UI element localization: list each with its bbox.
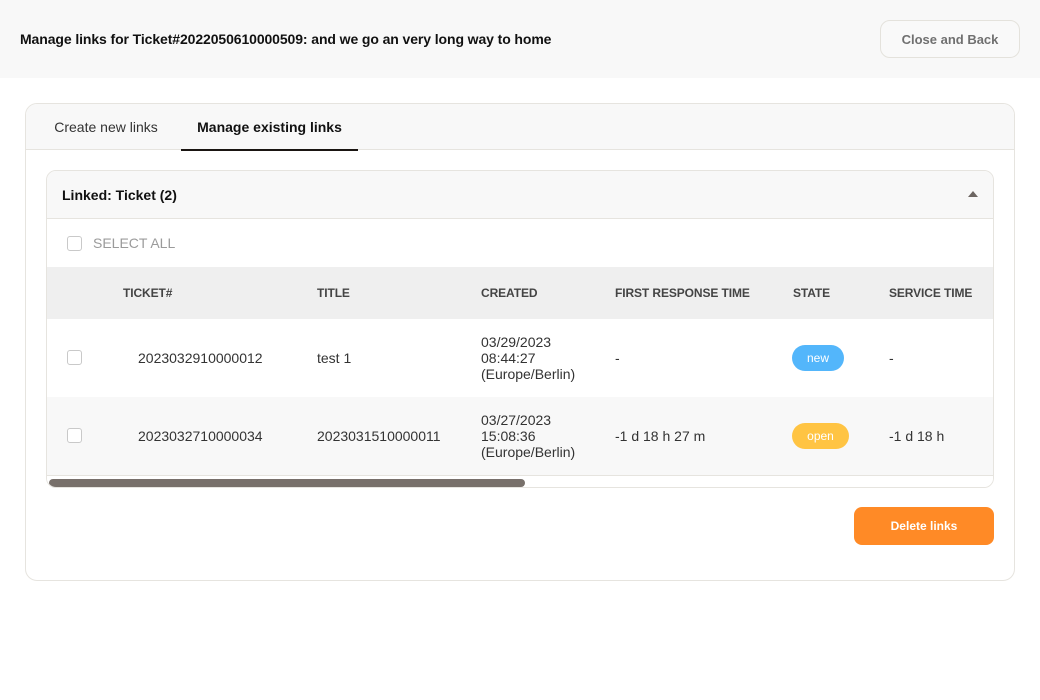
created-timezone: (Europe/Berlin) [481, 366, 576, 382]
row-checkbox[interactable] [67, 428, 82, 443]
scrollbar-thumb[interactable] [49, 479, 525, 487]
created-date: 03/27/2023 [481, 412, 552, 428]
links-panel: Create new links Manage existing links L… [25, 103, 1015, 581]
state-badge: open [792, 423, 849, 449]
close-and-back-button[interactable]: Close and Back [880, 20, 1020, 58]
created-timezone: (Europe/Berlin) [481, 444, 576, 460]
ticket-title: 2023031510000011 [317, 428, 441, 444]
select-all-control[interactable]: SELECT ALL [67, 235, 175, 251]
delete-links-button[interactable]: Delete links [854, 507, 994, 545]
column-header-state[interactable]: STATE [793, 286, 830, 300]
column-header-created[interactable]: CREATED [481, 286, 538, 300]
tab-manage-existing-links[interactable]: Manage existing links [181, 104, 358, 151]
ticket-number[interactable]: 2023032910000012 [138, 350, 263, 366]
select-all-label: SELECT ALL [93, 235, 176, 251]
tab-create-new-links[interactable]: Create new links [40, 104, 172, 149]
ticket-number[interactable]: 2023032710000034 [138, 428, 263, 444]
first-response-time: -1 d 18 h 27 m [615, 428, 706, 444]
state-badge: new [792, 345, 844, 371]
first-response-time: - [615, 350, 620, 366]
column-header-first-response-time[interactable]: FIRST RESPONSE TIME [615, 286, 750, 300]
horizontal-scrollbar[interactable] [47, 475, 993, 487]
chevron-up-icon[interactable] [968, 191, 978, 197]
created-date: 03/29/2023 [481, 334, 552, 350]
created-time: 15:08:36 [481, 428, 536, 444]
section-title: Linked: Ticket (2) [62, 187, 177, 203]
created-time: 08:44:27 [481, 350, 536, 366]
dialog-header: Manage links for Ticket#2022050610000509… [0, 0, 1040, 78]
column-header-ticket[interactable]: TICKET# [123, 286, 172, 300]
page-title: Manage links for Ticket#2022050610000509… [20, 31, 552, 47]
ticket-title: test 1 [317, 350, 352, 366]
tab-bar: Create new links Manage existing links [26, 104, 1014, 151]
row-checkbox[interactable] [67, 350, 82, 365]
select-all-checkbox[interactable] [67, 235, 82, 251]
table-row[interactable]: 2023032710000034 2023031510000011 03/27/… [47, 397, 993, 475]
table-header: TICKET# TITLE CREATED FIRST RESPONSE TIM… [47, 267, 993, 319]
column-header-title[interactable]: TITLE [317, 286, 350, 300]
created-datetime: 03/27/2023 15:08:36 (Europe/Berlin) [481, 412, 591, 460]
column-header-service-time[interactable]: SERVICE TIME [889, 286, 972, 300]
table-row[interactable]: 2023032910000012 test 1 03/29/2023 08:44… [47, 319, 993, 397]
created-datetime: 03/29/2023 08:44:27 (Europe/Berlin) [481, 334, 591, 382]
service-time: - [889, 350, 894, 366]
linked-tickets-section: Linked: Ticket (2) SELECT ALL TICKET# TI… [46, 170, 994, 488]
service-time: -1 d 18 h [889, 428, 945, 444]
section-header-toggle[interactable]: Linked: Ticket (2) [47, 171, 993, 219]
